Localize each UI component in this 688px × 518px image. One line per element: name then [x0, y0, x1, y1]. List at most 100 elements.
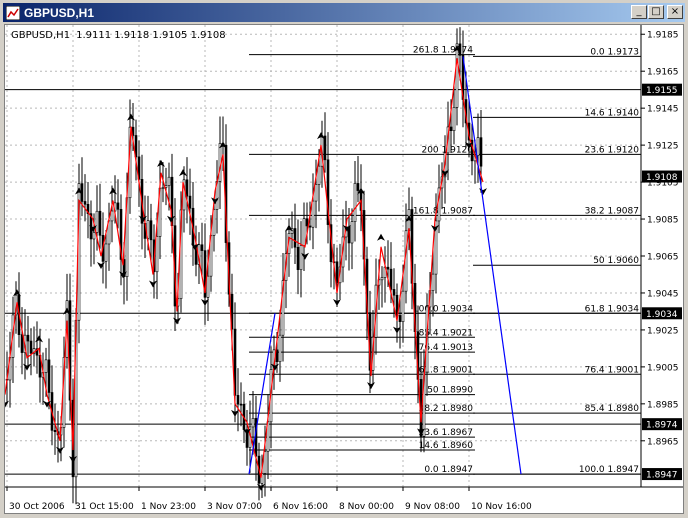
candle-body [185, 179, 189, 197]
candle-body [236, 395, 240, 405]
y-tick-label: 1.8985 [647, 400, 679, 410]
candle-body [29, 340, 33, 354]
candle-body [476, 137, 480, 156]
time-axis[interactable]: 30 Oct 2006 31 Oct 15:00 1 Nov 23:00 3 Nov … [6, 487, 532, 512]
candle-body [263, 451, 267, 474]
candle-body [44, 359, 48, 373]
candle-body [155, 236, 159, 273]
fib-left-label: 261.8 1.9174 [413, 46, 473, 56]
x-tick-label: 30 Oct 2006 [9, 502, 65, 512]
fib-left-label: 161.8 1.9087 [413, 206, 473, 216]
candle-body [161, 187, 165, 189]
candle-body [401, 290, 405, 322]
candle-body [293, 228, 297, 248]
candle-body [296, 246, 300, 270]
fibonacci-levels: 0.0 1.9173 14.6 1.9140 23.6 1.9120 38.2 1.9… [249, 46, 641, 475]
candle-body [452, 107, 456, 131]
x-tick-label: 10 Nov 16:00 [471, 502, 532, 512]
chart-area[interactable]: 0.0 1.9173 14.6 1.9140 23.6 1.9120 38.2 1.9… [1, 24, 684, 514]
candle-body [299, 245, 303, 270]
fractal-down-arrow [97, 262, 105, 269]
fib-right-label: 23.6 1.9120 [585, 145, 640, 155]
fractal-up-arrow [157, 159, 165, 167]
price-chart[interactable]: 0.0 1.9173 14.6 1.9140 23.6 1.9120 38.2 1.9… [1, 25, 683, 513]
candle-body [398, 315, 402, 322]
candle-body [104, 243, 108, 262]
candle-body [356, 183, 360, 191]
fib-right-label: 0.0 1.9173 [590, 47, 639, 57]
fractal-down-arrow [367, 382, 375, 390]
candle-body [116, 202, 120, 210]
candle-body [149, 220, 153, 241]
fib-left-label: 0.0 1.8947 [424, 465, 473, 475]
window-title: GBPUSD,H1 [24, 5, 95, 20]
price-label: 1.8947 [646, 471, 678, 481]
candle-body [110, 210, 114, 222]
fractal-down-arrow [173, 317, 181, 325]
x-tick-label: 31 Oct 15:00 [75, 502, 134, 512]
chart-window: GBPUSD,H1 _ □ × 0.0 1.9173 14.6 1.9140 23.… [0, 0, 688, 518]
candle-body [431, 273, 435, 291]
fractal-down-arrow [479, 188, 487, 196]
fib-left-label: 38.2 1.8980 [419, 404, 474, 414]
fib-right-label: 14.6 1.9140 [585, 108, 640, 118]
y-tick-label: 1.9045 [647, 289, 679, 299]
maximize-button[interactable]: □ [648, 5, 664, 19]
candle-body [251, 418, 255, 428]
fractal-down-arrow [23, 363, 31, 371]
candle-body [350, 221, 354, 244]
candle-body [455, 43, 459, 108]
price-axis[interactable]: 1.91851.91651.91451.91251.91051.90851.90… [641, 31, 682, 481]
candle-body [392, 289, 396, 296]
fib-right-label: 85.4 1.8980 [585, 404, 640, 414]
y-tick-label: 1.8965 [647, 437, 679, 447]
candle-body [26, 334, 30, 342]
candle-body [95, 210, 99, 233]
candle-body [47, 359, 51, 393]
x-tick-label: 1 Nov 23:00 [141, 502, 196, 512]
candle-body [206, 275, 210, 298]
y-tick-label: 1.9025 [647, 326, 679, 336]
candle-body [83, 201, 87, 205]
price-label: 1.8974 [646, 421, 678, 431]
title-bar[interactable]: GBPUSD,H1 _ □ × [3, 3, 685, 22]
candle-body [20, 334, 24, 353]
candle-body [98, 210, 102, 236]
candle-body [305, 218, 309, 227]
y-tick-label: 1.9085 [647, 216, 679, 226]
x-tick-label: 3 Nov 07:00 [207, 502, 262, 512]
candle-body [353, 183, 357, 222]
candle-body [239, 403, 243, 406]
candle-body [314, 184, 318, 202]
candle-body [479, 137, 483, 167]
fractal-down-arrow [149, 280, 157, 288]
chart-icon [6, 5, 20, 20]
close-button[interactable]: × [667, 5, 683, 19]
candle-body [311, 200, 315, 228]
fractal-up-arrow [109, 187, 117, 195]
candle-body [167, 176, 171, 186]
fib-left-label: 23.6 1.8967 [419, 428, 473, 438]
fib-right-label: 100.0 1.8947 [579, 465, 639, 475]
minimize-button[interactable]: _ [631, 5, 647, 19]
candle-body [386, 266, 390, 270]
fractal-down-arrow [56, 446, 64, 454]
candle-body [188, 195, 192, 209]
fib-right-label: 76.4 1.9001 [585, 365, 639, 375]
y-tick-label: 1.9125 [647, 142, 679, 152]
candle-body [389, 268, 393, 290]
symbol-label: GBPUSD,H1 1.9111 1.9118 1.9105 1.9108 [11, 30, 226, 41]
candle-body [335, 261, 339, 284]
fib-right-label: 61.8 1.9034 [585, 304, 640, 314]
x-tick-label: 8 Nov 00:00 [339, 502, 394, 512]
fractal-up-arrow [127, 113, 135, 121]
fractal-up-arrow [377, 233, 385, 241]
candle-body [302, 218, 306, 246]
candle-body [449, 126, 453, 131]
fractal-up-arrow [179, 169, 187, 177]
y-tick-label: 1.9065 [647, 253, 679, 263]
price-label: 1.9034 [646, 310, 678, 320]
candle-body [380, 277, 384, 281]
y-tick-label: 1.9165 [647, 68, 679, 78]
candle-body [200, 244, 204, 251]
